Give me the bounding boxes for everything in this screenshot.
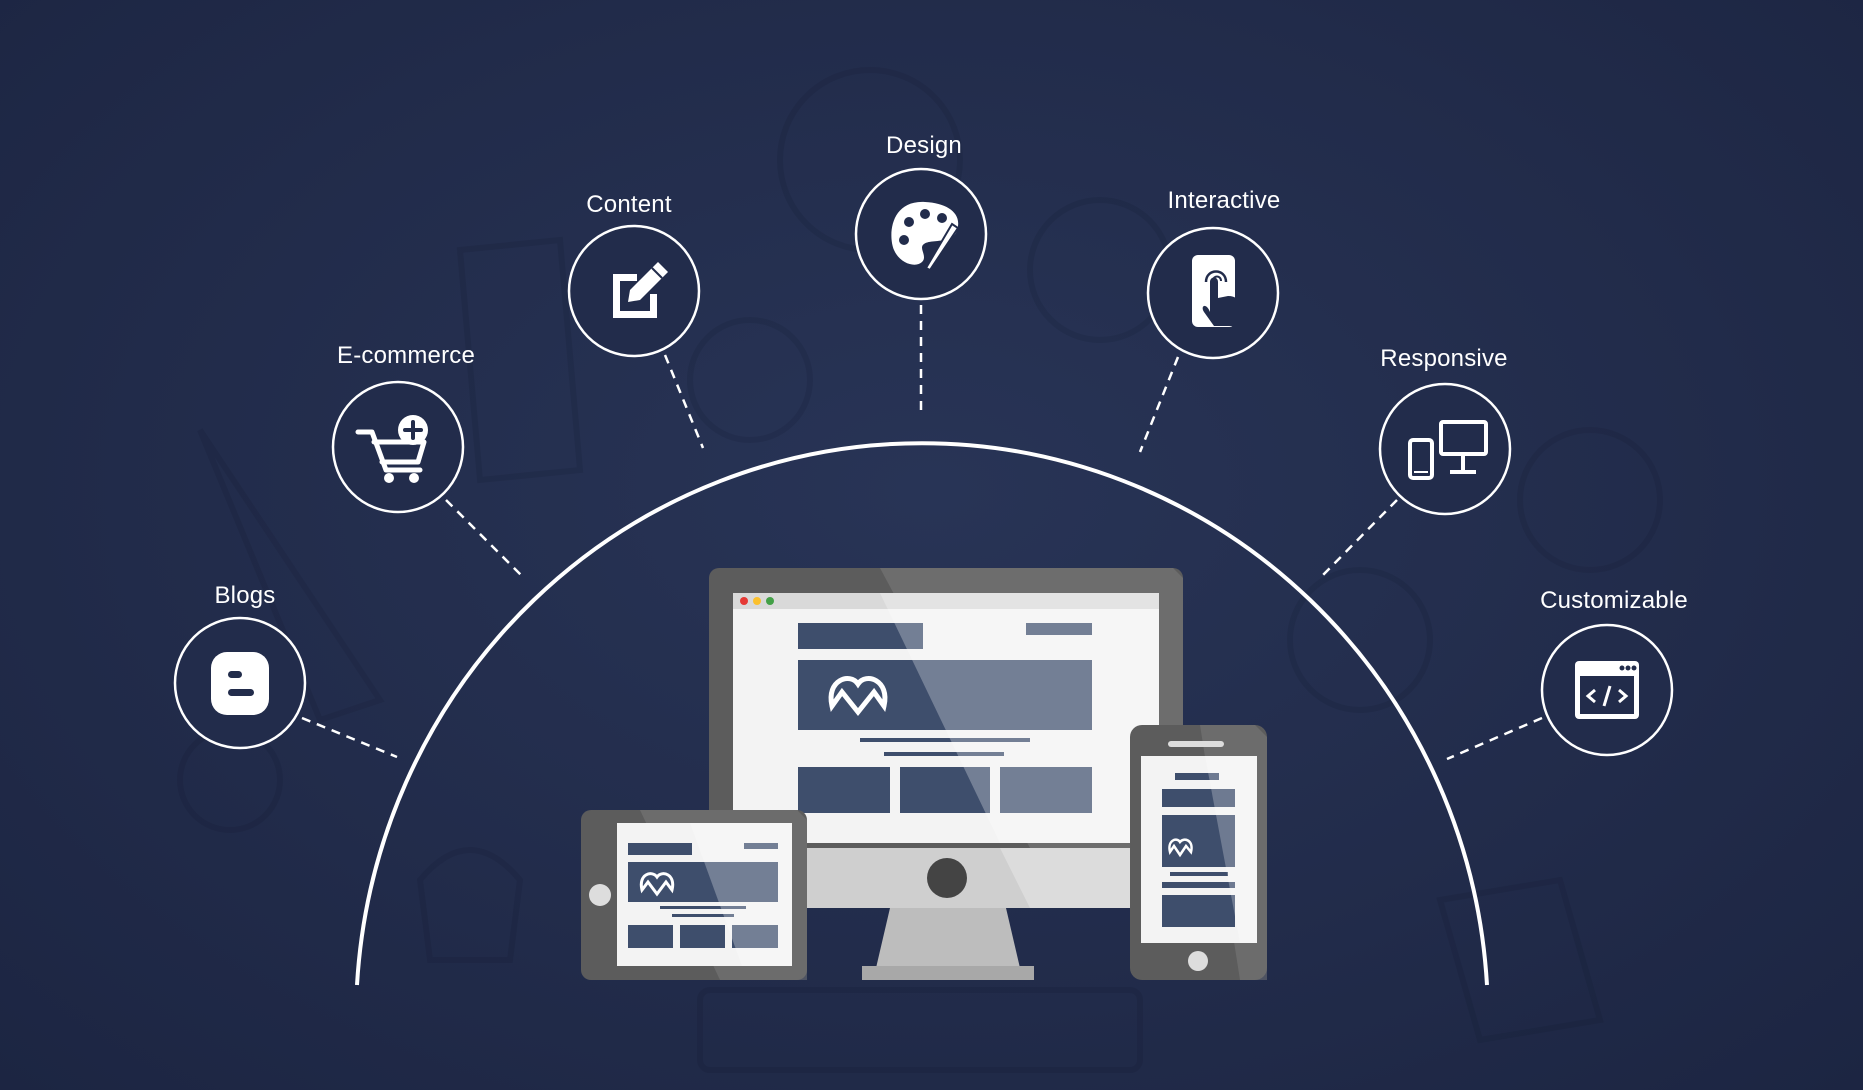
connector-blogs bbox=[301, 716, 398, 759]
browser-close-dot bbox=[740, 597, 748, 605]
diagram-stage: Blogs E-commerce Content Design Interact… bbox=[0, 0, 1863, 1090]
connector-content bbox=[663, 354, 705, 449]
browser-minimize-dot bbox=[753, 597, 761, 605]
label-design: Design bbox=[886, 132, 962, 159]
connector-customizable bbox=[1446, 716, 1543, 761]
label-blogs: Blogs bbox=[214, 582, 276, 609]
blogger-icon bbox=[211, 652, 269, 715]
circle-ecommerce bbox=[331, 380, 465, 514]
browser-maximize-dot bbox=[766, 597, 774, 605]
touch-icon bbox=[1192, 255, 1240, 327]
label-responsive: Responsive bbox=[1380, 345, 1508, 372]
connector-interactive bbox=[1138, 356, 1180, 453]
phone-device bbox=[1130, 725, 1267, 980]
connector-responsive bbox=[1321, 499, 1398, 577]
label-ecommerce: E-commerce bbox=[336, 342, 476, 369]
tablet-device bbox=[581, 810, 807, 980]
code-window-icon bbox=[1575, 661, 1639, 719]
diagram-graphic bbox=[173, 167, 1674, 986]
label-content: Content bbox=[586, 191, 672, 218]
label-interactive: Interactive bbox=[1167, 187, 1281, 214]
connector-ecommerce bbox=[445, 499, 522, 576]
circle-responsive bbox=[1378, 382, 1512, 516]
monitor-stand bbox=[876, 908, 1020, 968]
label-customizable: Customizable bbox=[1540, 587, 1688, 614]
